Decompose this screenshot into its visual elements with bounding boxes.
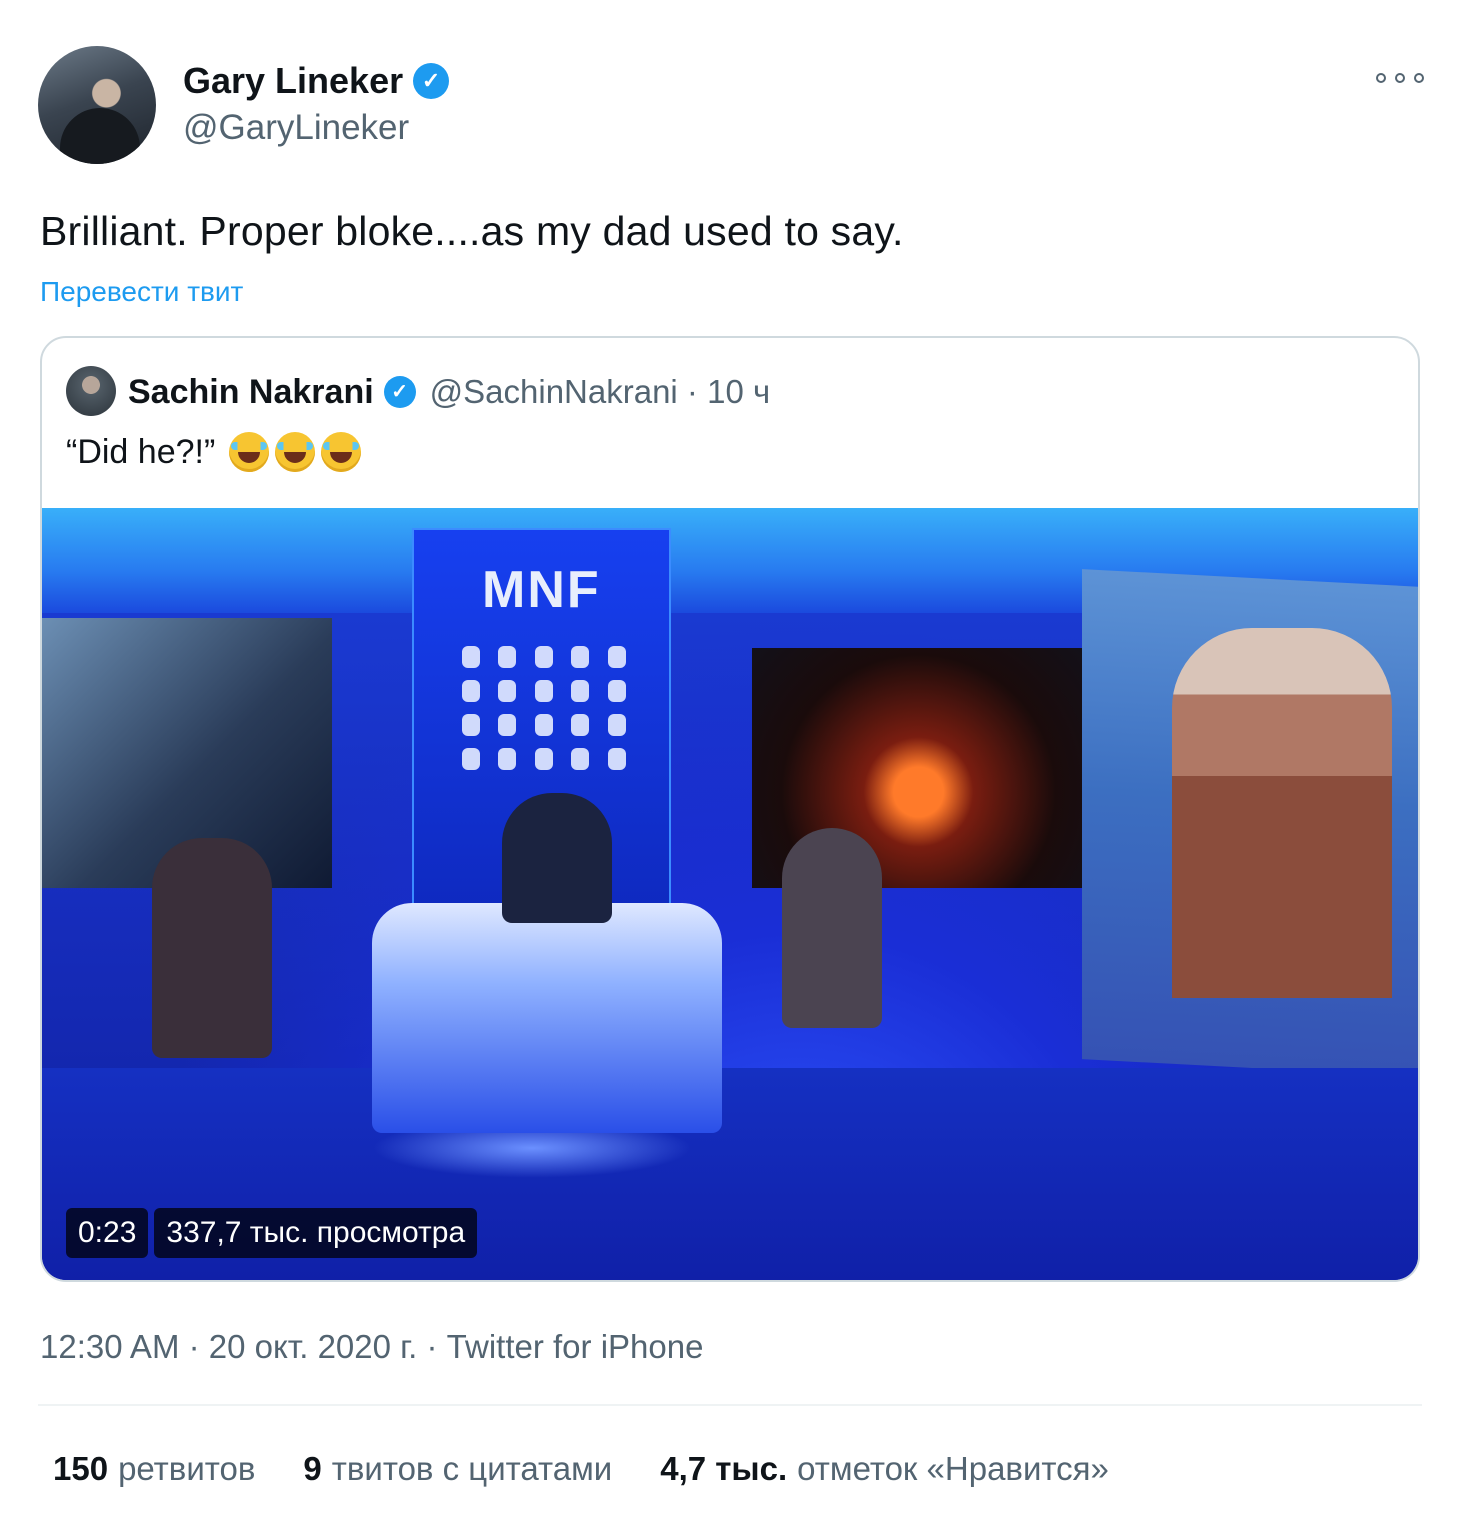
retweets-count: 150 — [53, 1450, 109, 1487]
video-player[interactable]: MNF 0:23 337,7 тыс. просмотра — [42, 508, 1418, 1280]
retweets-stat[interactable]: 150 ретвитов — [53, 1450, 255, 1488]
author-name[interactable]: Gary Lineker — [183, 60, 403, 102]
face-with-tears-of-joy-icon — [229, 432, 270, 472]
video-info-overlay: 0:23 337,7 тыс. просмотра — [66, 1208, 478, 1258]
retweets-label: ретвитов — [118, 1450, 256, 1487]
presenter-figure — [502, 793, 612, 923]
tweet-stats: 150 ретвитов 9 твитов с цитатами 4,7 тыс. о… — [53, 1450, 1109, 1488]
likes-count: 4,7 тыс. — [660, 1450, 788, 1487]
quote-tweets-stat[interactable]: 9 твитов с цитатами — [303, 1450, 612, 1488]
quoted-author-name: Sachin Nakrani — [128, 372, 374, 411]
emoji-row — [229, 432, 362, 472]
tweet-text: Brilliant. Proper bloke....as my dad use… — [40, 208, 904, 254]
author-avatar[interactable] — [38, 46, 156, 164]
studio-desk — [372, 903, 722, 1133]
author-handle[interactable]: @GaryLineker — [183, 108, 409, 148]
pundit-left-figure — [152, 838, 272, 1058]
translate-tweet-link[interactable]: Перевести твит — [40, 276, 243, 308]
likes-label: отметок «Нравится» — [797, 1450, 1109, 1487]
more-options-icon[interactable] — [1376, 64, 1424, 92]
quoted-tweet-text-row: “Did he?!” — [66, 432, 362, 472]
club-badges-grid — [462, 646, 632, 770]
quoted-tweet-header: Sachin Nakrani ✓ @SachinNakrani · 10 ч — [128, 368, 770, 416]
author-name-row[interactable]: Gary Lineker ✓ — [183, 60, 450, 102]
verified-badge-icon: ✓ — [383, 376, 416, 408]
verified-badge-icon: ✓ — [413, 63, 450, 99]
interviewee-figure — [1172, 628, 1392, 998]
quoted-author-handle-time: @SachinNakrani · 10 ч — [429, 373, 771, 410]
tweet-meta[interactable]: 12:30 AM · 20 окт. 2020 г. · Twitter for… — [40, 1328, 703, 1366]
face-with-tears-of-joy-icon — [321, 432, 362, 472]
quoted-tweet-card[interactable]: Sachin Nakrani ✓ @SachinNakrani · 10 ч “… — [40, 336, 1420, 1282]
pundit-right-figure — [782, 828, 882, 1028]
quote-tweets-count: 9 — [303, 1450, 322, 1487]
likes-stat[interactable]: 4,7 тыс. отметок «Нравится» — [660, 1450, 1109, 1488]
face-with-tears-of-joy-icon — [275, 432, 316, 472]
quoted-tweet-text: “Did he?!” — [66, 432, 216, 471]
studio-logo: MNF — [482, 561, 601, 619]
video-views: 337,7 тыс. просмотра — [154, 1208, 478, 1258]
video-duration: 0:23 — [66, 1208, 149, 1258]
divider — [38, 1404, 1422, 1406]
quoted-author-avatar — [66, 366, 116, 416]
quote-tweets-label: твитов с цитатами — [331, 1450, 613, 1487]
